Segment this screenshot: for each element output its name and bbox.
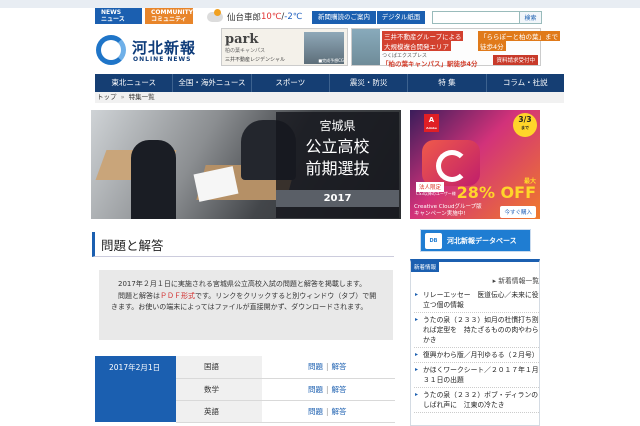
question-link[interactable]: 問題 [308, 362, 323, 371]
tab-news[interactable]: NEWS ニュース [95, 8, 142, 24]
ad-banner-adobe[interactable]: A Adobe 3/3 まで 法人限定 CS3以降のユーザー様 最大 28% O… [410, 110, 540, 219]
answer-link[interactable]: 解答 [332, 385, 347, 394]
adobe-logo-icon: A Adobe [424, 114, 439, 132]
logo-icon[interactable] [96, 35, 126, 65]
intro-p1: 2017年２月１日に実施される宮城県公立高校入試の問題と解答を掲載します。 [118, 280, 367, 288]
hero-student-figure [131, 140, 176, 219]
adobe-footer-line2: キャンペーン実施中! [414, 211, 466, 217]
search-input[interactable] [433, 12, 519, 23]
digital-edition-button[interactable]: デジタル紙面 [377, 11, 425, 24]
adobe-footer-line1: Creative Cloudグループ版 [414, 204, 482, 210]
database-label: 河北新報データベース [447, 237, 517, 245]
creative-cloud-icon [422, 140, 480, 186]
nav-disaster[interactable]: 震災・防災 [330, 74, 409, 92]
weather-city: 仙台車郎 [227, 13, 262, 23]
breadcrumb-current[interactable]: 特集一覧 [129, 93, 155, 101]
ad-park-caption: ■完成予想CG [318, 58, 344, 63]
subscribe-button[interactable]: 新聞購読のご案内 [312, 11, 376, 24]
logo-subtitle: ONLINE NEWS [133, 56, 192, 63]
news-item[interactable]: うたの泉（２３２）ボブ・ディランのしばれ声に 江東の冷たき [414, 388, 539, 413]
tab-community[interactable]: COMMUNITY コミュニティ [145, 8, 193, 24]
ad-banner-mitsui[interactable]: 三井不動産グループによる 大規模複合開発エリア 「ららぽーと柏の葉」まで 徒歩4… [351, 28, 560, 68]
tab-community-en: COMMUNITY [151, 9, 194, 16]
ad-mitsui-cta[interactable]: 資料請求受付中 [493, 55, 538, 65]
news-more-link[interactable]: ▸ 新着情報一覧 [414, 274, 539, 288]
intro-pdf-label: ＰＤＦ形式 [160, 291, 195, 300]
weather-low: -2℃ [284, 12, 303, 22]
search-button[interactable]: 検索 [519, 12, 541, 23]
nav-tohoku[interactable]: 東北ニュース [95, 74, 174, 92]
search-box: 検索 [432, 11, 542, 24]
latest-news-panel: 新着情報 ▸ 新着情報一覧 リレーエッセー 医道伝心／未来に役立つ個の情報 うた… [410, 259, 540, 426]
logo-name[interactable]: 河北新報 [132, 37, 196, 58]
main-nav: 東北ニュース 全国・海外ニュース スポーツ 震災・防災 特 集 コラム・社説 [95, 74, 564, 92]
news-list: ▸ 新着情報一覧 リレーエッセー 医道伝心／未来に役立つ個の情報 うたの泉（２３… [414, 274, 539, 413]
news-item[interactable]: リレーエッセー 医道伝心／未来に役立つ個の情報 [414, 288, 539, 313]
tab-news-en: NEWS [101, 9, 122, 16]
exam-date: 2017年2月1日 [95, 356, 176, 422]
subject-japanese: 国語 [176, 356, 262, 379]
adobe-deadline-badge: 3/3 まで [513, 113, 537, 137]
news-label: 新着情報 [411, 262, 440, 272]
intro-text: 2017年２月１日に実施される宮城県公立高校入試の問題と解答を掲載します。 問題… [99, 270, 393, 340]
ad-mitsui-building-image [352, 29, 380, 65]
ad-mitsui-line3: 「ららぽーと柏の葉」まで [478, 31, 560, 41]
adobe-tag-sub: CS3以降のユーザー様 [416, 191, 456, 196]
breadcrumb-home[interactable]: トップ [97, 93, 117, 101]
results-table: 2017年2月1日 国語 問題 | 解答 数学 問題 | 解答 英語 問題 | 解答 [95, 356, 395, 423]
database-banner[interactable]: DB 河北新報データベース [420, 229, 531, 252]
table-row: 2017年2月1日 国語 問題 | 解答 [95, 356, 395, 422]
subject-math: 数学 [176, 378, 262, 401]
top-strip [0, 0, 640, 8]
ad-park-title: park [225, 32, 259, 47]
weather-widget[interactable]: 仙台車郎 10℃ / -2℃ [207, 9, 307, 24]
hero-title-box: 宮城県 公立高校 前期選抜 2017 [276, 112, 399, 218]
ad-mitsui-line1: 三井不動産グループによる [382, 31, 464, 41]
adobe-badge-date: 3/3 [518, 115, 532, 124]
intro-p2-prefix: 問題と解答は [118, 291, 160, 300]
ad-park-developer: 三井不動産レジデンシャル [225, 57, 286, 63]
nav-columns[interactable]: コラム・社説 [487, 74, 564, 92]
ad-mitsui-line6: 「柏の葉キャンパス」駅徒歩4分 [382, 60, 478, 68]
tab-community-ja: コミュニティ [151, 16, 187, 23]
tab-news-ja: ニュース [101, 16, 125, 23]
nav-sports[interactable]: スポーツ [252, 74, 330, 92]
question-link[interactable]: 問題 [308, 385, 323, 394]
hero-title-line1: 宮城県 [319, 119, 356, 133]
weather-high: 10℃ [261, 12, 282, 22]
ad-banner-park[interactable]: park 柏の葉キャンパス 三井不動産レジデンシャル ■完成予想CG [221, 28, 348, 66]
adobe-logo-text: Adobe [426, 126, 437, 130]
hero-title-line2: 公立高校 [305, 137, 370, 156]
cloudy-sun-icon [207, 9, 223, 22]
hero-year: 2017 [276, 190, 399, 207]
hero-title-line3: 前期選抜 [305, 159, 370, 178]
ad-park-subtitle: 柏の葉キャンパス [225, 48, 266, 54]
adobe-discount: 28% OFF [456, 183, 536, 202]
page-title: 問題と解答 [92, 232, 394, 257]
links-cell: 問題 | 解答 [262, 378, 395, 401]
news-item[interactable]: かほくワークシート／２０１７年１月３１日の出題 [414, 363, 539, 388]
breadcrumb-separator: » [120, 93, 125, 101]
nav-national[interactable]: 全国・海外ニュース [173, 74, 252, 92]
news-item[interactable]: うたの泉（２３３）如月の杜慣打ち割れば定型を 持たざるものの肉やわらかき [414, 313, 539, 348]
answer-link[interactable]: 解答 [332, 407, 347, 416]
subject-english: 英語 [176, 400, 262, 423]
breadcrumb: トップ » 特集一覧 [95, 92, 564, 103]
news-item[interactable]: 復興かわら版／月刊ゆるる（２月号） [414, 348, 539, 363]
links-cell: 問題 | 解答 [262, 400, 395, 423]
database-icon: DB [425, 233, 442, 249]
adobe-buy-button[interactable]: 今すぐ購入 [500, 206, 536, 218]
adobe-footer: Creative Cloudグループ版 キャンペーン実施中! [414, 204, 482, 218]
intro-paragraph-1: 2017年２月１日に実施される宮城県公立高校入試の問題と解答を掲載します。 [111, 279, 381, 291]
adobe-badge-sub: まで [521, 125, 529, 130]
nav-features[interactable]: 特 集 [408, 74, 487, 92]
question-link[interactable]: 問題 [308, 407, 323, 416]
links-cell: 問題 | 解答 [262, 356, 395, 379]
answer-link[interactable]: 解答 [332, 362, 347, 371]
ad-mitsui-line2: 大規模複合開発エリア [382, 41, 451, 51]
adobe-logo-letter: A [428, 116, 435, 124]
news-header: 新着情報 [411, 262, 539, 272]
ad-mitsui-line4: 徒歩4分 [478, 41, 506, 51]
intro-paragraph-2: 問題と解答はＰＤＦ形式です。リンクをクリックすると別ウィンドウ（タブ）で開きます… [111, 291, 381, 314]
